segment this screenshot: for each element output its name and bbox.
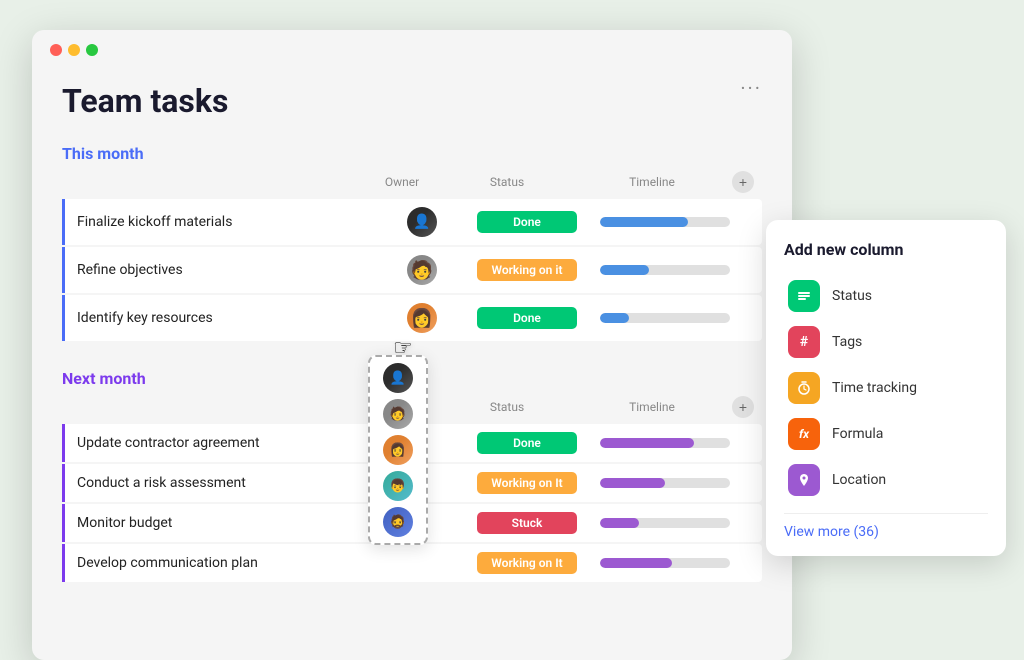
avatar-draggable[interactable]: 🧑 xyxy=(383,399,413,429)
owner-avatar: 👩 xyxy=(382,303,462,333)
timeline-fill xyxy=(600,217,688,227)
table-row: Identify key resources 👩 Done xyxy=(62,295,762,341)
add-column-panel: Add new column Status # Tags Time tracki… xyxy=(766,220,1006,556)
timeline-fill xyxy=(600,518,639,528)
time-tracking-icon xyxy=(788,372,820,404)
more-options-button[interactable]: ··· xyxy=(740,76,762,100)
avatar-draggable[interactable]: 👩 xyxy=(383,435,413,465)
location-icon xyxy=(788,464,820,496)
status-badge: Done xyxy=(462,432,592,454)
status-working[interactable]: Working on It xyxy=(477,472,577,494)
column-option-status[interactable]: Status xyxy=(784,273,988,319)
add-column-button-next-month[interactable]: + xyxy=(732,396,754,418)
owner-avatar: 👤 xyxy=(382,207,462,237)
timeline-cell xyxy=(592,558,752,568)
status-working[interactable]: Working on It xyxy=(477,552,577,574)
status-working[interactable]: Working on it xyxy=(477,259,577,281)
timeline-fill xyxy=(600,478,665,488)
this-month-section: This month Owner Status Timeline + Final… xyxy=(62,144,762,341)
owner-avatar: 🧑 xyxy=(382,255,462,285)
status-header: Status xyxy=(442,400,572,414)
task-name: Update contractor agreement xyxy=(77,435,382,451)
option-label: Time tracking xyxy=(832,380,917,396)
avatar: 🧑 xyxy=(407,255,437,285)
timeline-track xyxy=(600,265,730,275)
timeline-track xyxy=(600,313,730,323)
owner-header: Owner xyxy=(362,175,442,189)
status-badge: Done xyxy=(462,211,592,233)
status-done[interactable]: Done xyxy=(477,307,577,329)
this-month-title: This month xyxy=(62,144,144,163)
option-label: Location xyxy=(832,472,886,488)
column-option-time-tracking[interactable]: Time tracking xyxy=(784,365,988,411)
timeline-fill xyxy=(600,265,649,275)
timeline-track xyxy=(600,518,730,528)
status-stuck[interactable]: Stuck xyxy=(477,512,577,534)
formula-icon: fx xyxy=(788,418,820,450)
status-badge: Working on It xyxy=(462,472,592,494)
add-col-this-month: + xyxy=(732,171,762,193)
add-col-next-month: + xyxy=(732,396,762,418)
timeline-cell xyxy=(592,313,752,323)
table-row: Finalize kickoff materials 👤 Done xyxy=(62,199,762,245)
minimize-dot[interactable] xyxy=(68,44,80,56)
column-option-location[interactable]: Location xyxy=(784,457,988,503)
status-badge: Done xyxy=(462,307,592,329)
timeline-track xyxy=(600,217,730,227)
table-row: Refine objectives 🧑 Working on it xyxy=(62,247,762,293)
column-option-tags[interactable]: # Tags xyxy=(784,319,988,365)
timeline-cell xyxy=(592,265,752,275)
timeline-track xyxy=(600,478,730,488)
this-month-header: This month xyxy=(62,144,762,163)
cursor-icon: ☞ xyxy=(393,336,413,361)
status-icon xyxy=(788,280,820,312)
task-name: Identify key resources xyxy=(77,310,382,326)
page-title: Team tasks xyxy=(62,82,762,120)
table-row: Develop communication plan Working on It xyxy=(62,544,762,582)
add-column-button-this-month[interactable]: + xyxy=(732,171,754,193)
option-label: Formula xyxy=(832,426,883,442)
timeline-header: Timeline xyxy=(572,400,732,414)
timeline-cell xyxy=(592,438,752,448)
timeline-track xyxy=(600,558,730,568)
close-dot[interactable] xyxy=(50,44,62,56)
timeline-cell xyxy=(592,217,752,227)
maximize-dot[interactable] xyxy=(86,44,98,56)
task-name: Conduct a risk assessment xyxy=(77,475,382,491)
timeline-header: Timeline xyxy=(572,175,732,189)
timeline-cell xyxy=(592,478,752,488)
avatar-draggable[interactable]: 👤 xyxy=(383,363,413,393)
task-name: Refine objectives xyxy=(77,262,382,278)
avatar-draggable[interactable]: 👦 xyxy=(383,471,413,501)
option-label: Tags xyxy=(832,334,862,350)
status-badge: Stuck xyxy=(462,512,592,534)
timeline-track xyxy=(600,438,730,448)
timeline-cell xyxy=(592,518,752,528)
drag-overlay: 👤 🧑 👩 👦 🧔 xyxy=(368,355,428,545)
avatar: 👩 xyxy=(407,303,437,333)
avatar-draggable[interactable]: 🧔 xyxy=(383,507,413,537)
timeline-fill xyxy=(600,313,629,323)
this-month-column-headers: Owner Status Timeline + xyxy=(62,171,762,197)
status-badge: Working on it xyxy=(462,259,592,281)
task-name: Develop communication plan xyxy=(77,555,382,571)
status-done[interactable]: Done xyxy=(477,211,577,233)
task-name: Monitor budget xyxy=(77,515,382,531)
column-option-formula[interactable]: fx Formula xyxy=(784,411,988,457)
avatar: 👤 xyxy=(407,207,437,237)
window-controls xyxy=(32,30,792,66)
next-month-title: Next month xyxy=(62,369,146,388)
task-name: Finalize kickoff materials xyxy=(77,214,382,230)
timeline-fill xyxy=(600,438,694,448)
panel-title: Add new column xyxy=(784,240,988,259)
timeline-fill xyxy=(600,558,672,568)
status-header: Status xyxy=(442,175,572,189)
tags-icon: # xyxy=(788,326,820,358)
status-badge: Working on It xyxy=(462,552,592,574)
status-done[interactable]: Done xyxy=(477,432,577,454)
view-more-button[interactable]: View more (36) xyxy=(784,513,988,540)
option-label: Status xyxy=(832,288,872,304)
